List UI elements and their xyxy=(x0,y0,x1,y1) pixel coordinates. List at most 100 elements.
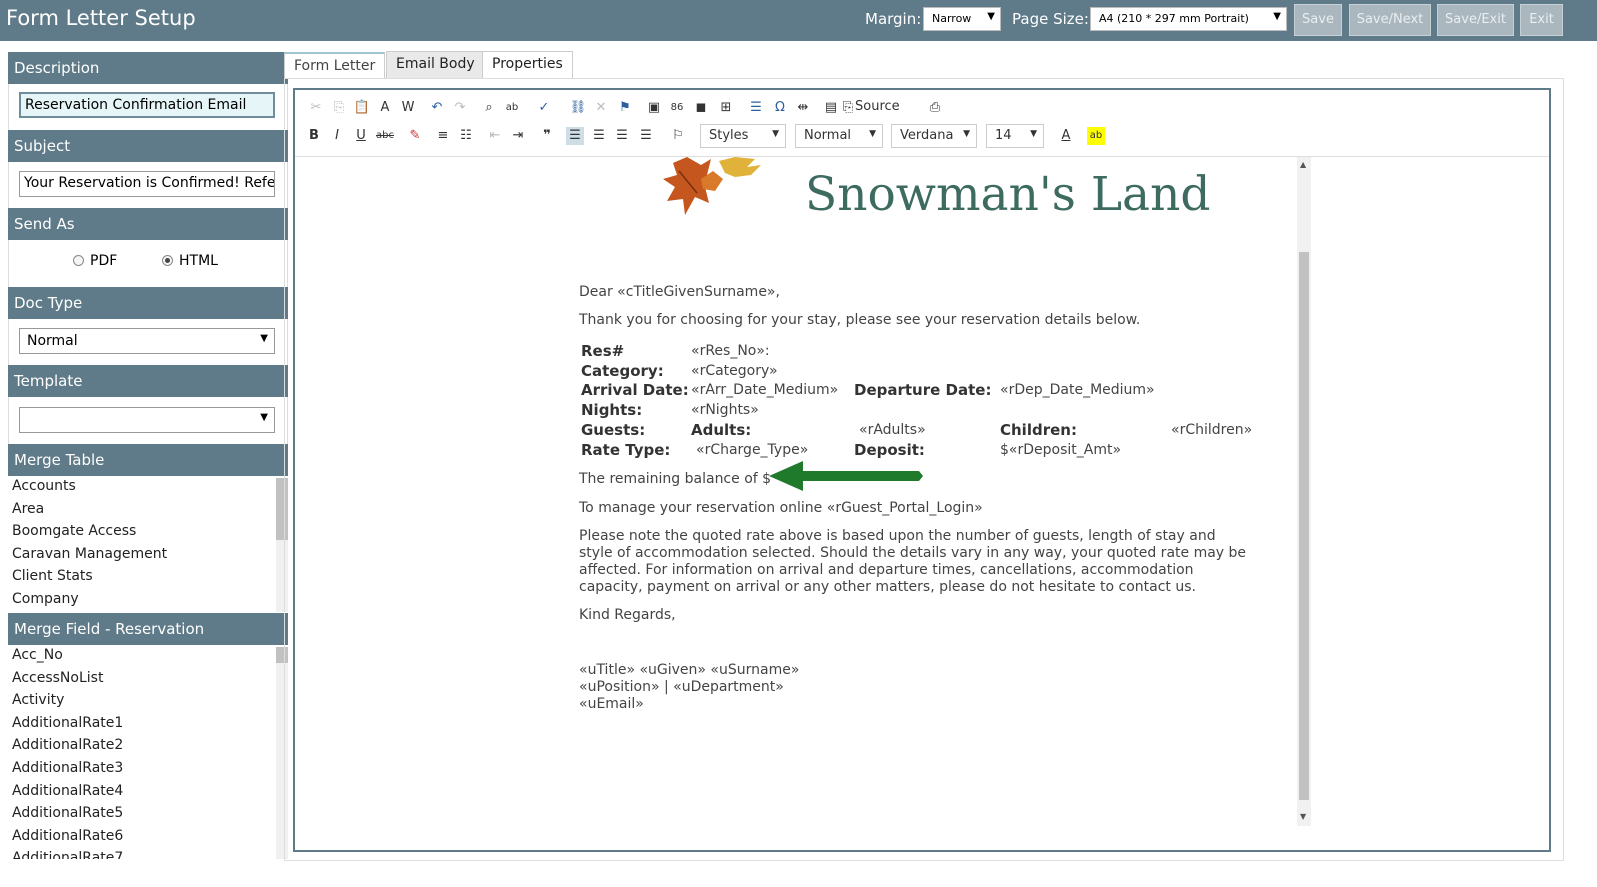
list-item[interactable]: Activity xyxy=(8,692,288,715)
exit-button[interactable]: Exit xyxy=(1520,4,1563,36)
list-item[interactable]: AdditionalRate1 xyxy=(8,715,288,738)
outdent-icon[interactable]: ⇤ xyxy=(486,127,504,145)
children-label: Children: xyxy=(1000,421,1077,439)
copy-icon[interactable]: ⎘ xyxy=(330,99,348,117)
merge-table-heading: Merge Table xyxy=(8,444,288,476)
template-section: ▼ xyxy=(8,397,288,444)
indent-icon[interactable]: ⇥ xyxy=(509,127,527,145)
document-scrollbar[interactable]: ▲ ▼ xyxy=(1297,157,1311,826)
list-item[interactable]: Company xyxy=(8,591,288,612)
styles-select[interactable]: Styles ▼ xyxy=(700,124,786,148)
description-heading: Description xyxy=(8,52,288,84)
document-page[interactable]: Snowman's Land Dear «cTitleGivenSurname»… xyxy=(533,157,1297,826)
strikethrough-icon[interactable]: abc xyxy=(376,127,394,145)
save-next-button[interactable]: Save/Next xyxy=(1349,4,1431,36)
insert-image-icon[interactable]: ◼ xyxy=(692,99,710,117)
tab-email-body[interactable]: Email Body xyxy=(386,51,485,78)
signature-email: «uEmail» xyxy=(579,696,644,712)
margin-select[interactable]: Narrow ▼ xyxy=(923,7,1001,31)
list-item[interactable]: AdditionalRate2 xyxy=(8,737,288,760)
print-icon[interactable]: ⎙ xyxy=(926,99,944,117)
template-select[interactable]: ▼ xyxy=(19,407,275,433)
page-break-icon[interactable]: ⇹ xyxy=(794,99,812,117)
category-value: «rCategory» xyxy=(691,363,778,379)
list-item[interactable]: Accounts xyxy=(8,478,288,501)
numbered-list-icon[interactable]: ≡ xyxy=(434,127,452,145)
source-button[interactable]: Source xyxy=(855,99,900,114)
highlight-color-icon[interactable]: ab xyxy=(1087,127,1105,145)
list-item[interactable]: AdditionalRate3 xyxy=(8,760,288,783)
list-item[interactable]: Area xyxy=(8,501,288,524)
template-doc-icon[interactable]: ▤ xyxy=(822,99,840,117)
doc-type-select[interactable]: Normal ▼ xyxy=(19,328,275,354)
image-alt-icon[interactable]: 86 xyxy=(668,99,686,117)
find-icon[interactable]: ⌕ xyxy=(480,99,498,117)
justify-icon[interactable]: ☰ xyxy=(637,127,655,145)
table-icon[interactable]: ⊞ xyxy=(717,99,735,117)
list-item[interactable]: AdditionalRate7 xyxy=(8,850,288,859)
bold-icon[interactable]: B xyxy=(305,127,323,145)
subject-input[interactable]: Your Reservation is Confirmed! Refe xyxy=(19,171,275,197)
margin-value: Narrow xyxy=(932,12,972,25)
horizontal-list-icon[interactable]: ☰ xyxy=(747,99,765,117)
font-size-select[interactable]: 14 ▼ xyxy=(986,124,1044,148)
doc-type-value: Normal xyxy=(27,333,78,349)
scroll-up-icon[interactable]: ▲ xyxy=(1300,160,1306,169)
merge-field-list: Acc_No AccessNoList Activity AdditionalR… xyxy=(8,647,288,859)
bullet-list-icon[interactable]: ☷ xyxy=(457,127,475,145)
list-item[interactable]: Client Stats xyxy=(8,568,288,591)
save-button[interactable]: Save xyxy=(1294,4,1342,36)
tab-properties[interactable]: Properties xyxy=(482,51,573,78)
replace-icon[interactable]: ab xyxy=(503,99,521,117)
list-item[interactable]: AdditionalRate4 xyxy=(8,783,288,806)
intro-text: Thank you for choosing for your stay, pl… xyxy=(579,312,1141,328)
list-item[interactable]: Boomgate Access xyxy=(8,523,288,546)
spellcheck-icon[interactable]: ✓ xyxy=(535,99,553,117)
deposit-value: $«rDeposit_Amt» xyxy=(1000,442,1122,458)
editor-toolbar: ✂ ⎘ 📋 A W ↶ ↷ ⌕ ab ✓ ⛓ ✕ ⚑ ▣ 86 ◼ ⊞ ☰ Ω … xyxy=(295,90,1549,157)
page-size-select[interactable]: A4 (210 * 297 mm Portrait) ▼ xyxy=(1090,7,1287,31)
scroll-down-icon[interactable]: ▼ xyxy=(1300,812,1306,821)
description-input[interactable]: Reservation Confirmation Email xyxy=(19,92,275,118)
top-bar: Form Letter Setup Margin: Narrow ▼ Page S… xyxy=(0,0,1597,41)
send-as-pdf-radio[interactable]: PDF xyxy=(73,253,117,269)
link-icon[interactable]: ⛓ xyxy=(569,99,587,117)
underline-icon[interactable]: U xyxy=(352,127,370,145)
rate-type-label: Rate Type: xyxy=(581,441,671,459)
unlink-icon[interactable]: ✕ xyxy=(592,99,610,117)
language-icon[interactable]: ⚐ xyxy=(669,127,687,145)
list-item[interactable]: Caravan Management xyxy=(8,546,288,569)
image-icon[interactable]: ▣ xyxy=(645,99,663,117)
list-item[interactable]: Acc_No xyxy=(8,647,288,670)
format-select[interactable]: Normal ▼ xyxy=(795,124,883,148)
redo-icon[interactable]: ↷ xyxy=(451,99,469,117)
list-item[interactable]: AdditionalRate5 xyxy=(8,805,288,828)
tab-form-letter[interactable]: Form Letter xyxy=(284,52,386,79)
cut-icon[interactable]: ✂ xyxy=(307,99,325,117)
rate-type-value: «rCharge_Type» xyxy=(696,442,809,458)
font-select[interactable]: Verdana ▼ xyxy=(891,124,977,148)
list-item[interactable]: AccessNoList xyxy=(8,670,288,693)
format-value: Normal xyxy=(804,128,852,143)
scroll-thumb[interactable] xyxy=(1299,252,1309,800)
text-color-icon[interactable]: A xyxy=(1057,127,1075,145)
blockquote-icon[interactable]: ❞ xyxy=(538,127,556,145)
paste-word-icon[interactable]: W xyxy=(399,99,417,117)
nights-value: «rNights» xyxy=(691,402,759,418)
align-right-icon[interactable]: ☰ xyxy=(613,127,631,145)
paste-icon[interactable]: 📋 xyxy=(353,99,371,117)
pdf-label: PDF xyxy=(90,253,118,269)
list-item[interactable]: AdditionalRate6 xyxy=(8,828,288,851)
paste-text-icon[interactable]: A xyxy=(376,99,394,117)
special-char-icon[interactable]: Ω xyxy=(771,99,789,117)
italic-icon[interactable]: I xyxy=(328,127,346,145)
remove-format-icon[interactable]: ✎ xyxy=(406,127,424,145)
subject-section: Your Reservation is Confirmed! Refe xyxy=(8,162,288,208)
save-exit-button[interactable]: Save/Exit xyxy=(1437,4,1514,36)
undo-icon[interactable]: ↶ xyxy=(428,99,446,117)
anchor-flag-icon[interactable]: ⚑ xyxy=(616,99,634,117)
send-as-html-radio[interactable]: HTML xyxy=(162,253,218,269)
align-center-icon[interactable]: ☰ xyxy=(590,127,608,145)
guests-label: Guests: xyxy=(581,421,646,439)
align-left-icon[interactable]: ☰ xyxy=(566,127,584,145)
